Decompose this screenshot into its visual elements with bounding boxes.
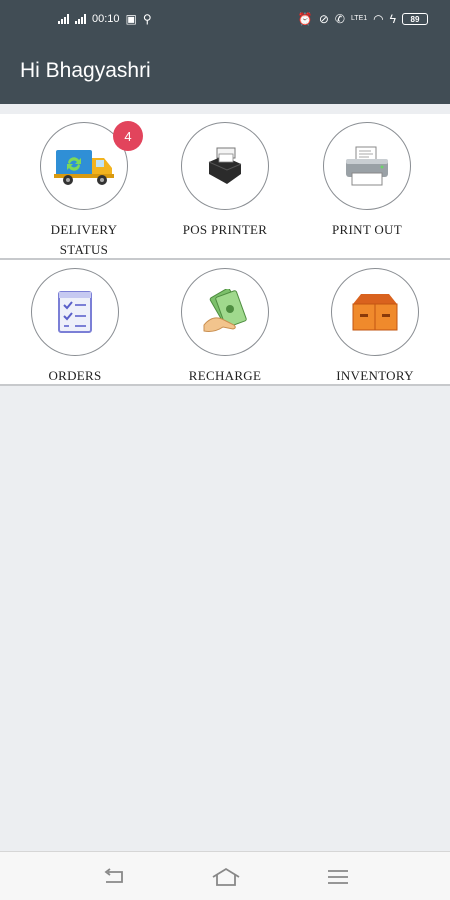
tile-label: POS PRINTER (182, 222, 268, 237)
clock-time: 00:10 (92, 13, 120, 25)
tile-orders[interactable]: ORDERS (0, 268, 150, 386)
tile-label: PRINT OUT (332, 222, 402, 237)
boxes-icon (352, 294, 398, 331)
battery-icon: 89 (402, 13, 428, 25)
tile-circle (331, 268, 419, 356)
usb-icon: ⚲ (142, 12, 152, 26)
call-icon: ✆ (334, 12, 345, 26)
wifi-icon: ◠ (373, 12, 384, 26)
tile-circle (31, 268, 119, 356)
cash-hand-icon (203, 289, 247, 332)
checklist-icon (58, 291, 92, 333)
tile-recharge[interactable]: RECHARGE (150, 268, 300, 386)
tile-circle (323, 122, 411, 210)
tile-print-out[interactable]: PRINT OUT (292, 122, 442, 240)
tile-circle (181, 122, 269, 210)
tile-inventory[interactable]: INVENTORY (300, 268, 450, 386)
battery-level: 89 (410, 14, 420, 24)
mute-icon: ⊘ (318, 12, 329, 26)
status-bar-right: ⏰ ⊘ ✆ LTE1 ◠ ϟ 89 (298, 13, 428, 25)
menu-button[interactable] (318, 862, 358, 892)
signal-icon-2 (75, 14, 86, 24)
tile-label: INVENTORY (336, 368, 414, 383)
signal-icon (58, 14, 69, 24)
notification-icon: ▣ (125, 12, 137, 26)
back-button[interactable] (94, 862, 134, 892)
status-bar: 00:10 ▣ ⚲ ⏰ ⊘ ✆ LTE1 ◠ ϟ 89 (0, 0, 450, 38)
menu-icon (328, 870, 348, 884)
charging-icon: ϟ (389, 12, 396, 26)
app-bar: Hi Bhagyashri (0, 38, 450, 104)
home-icon (212, 867, 240, 886)
tile-pos-printer[interactable]: POS PRINTER (150, 122, 300, 240)
tile-label: RECHARGE (188, 368, 262, 383)
dashboard-grid: 4 DELIVERY STATUS POS PRINTER PRINT OUT … (0, 114, 450, 386)
tile-circle (181, 268, 269, 356)
tile-label: DELIVERY STATUS (50, 222, 118, 257)
delivery-truck-icon (54, 150, 114, 185)
tile-label: ORDERS (48, 368, 102, 383)
back-icon (104, 868, 123, 883)
tile-row-1: 4 DELIVERY STATUS POS PRINTER PRINT OUT (0, 114, 450, 260)
home-button[interactable] (206, 862, 246, 892)
lte-label: LTE1 (350, 15, 368, 22)
alarm-icon: ⏰ (297, 12, 313, 26)
tile-row-2: ORDERS RECHARGE INVENTORY (0, 260, 450, 386)
notification-badge: 4 (113, 121, 143, 151)
tile-delivery-status[interactable]: 4 DELIVERY STATUS (9, 121, 159, 260)
printer-icon (346, 146, 388, 186)
navigation-bar (0, 851, 450, 900)
status-bar-left: 00:10 ▣ ⚲ (58, 13, 152, 25)
tile-circle: 4 (40, 121, 143, 210)
greeting-title: Hi Bhagyashri (20, 59, 151, 82)
pos-printer-icon (208, 147, 242, 184)
